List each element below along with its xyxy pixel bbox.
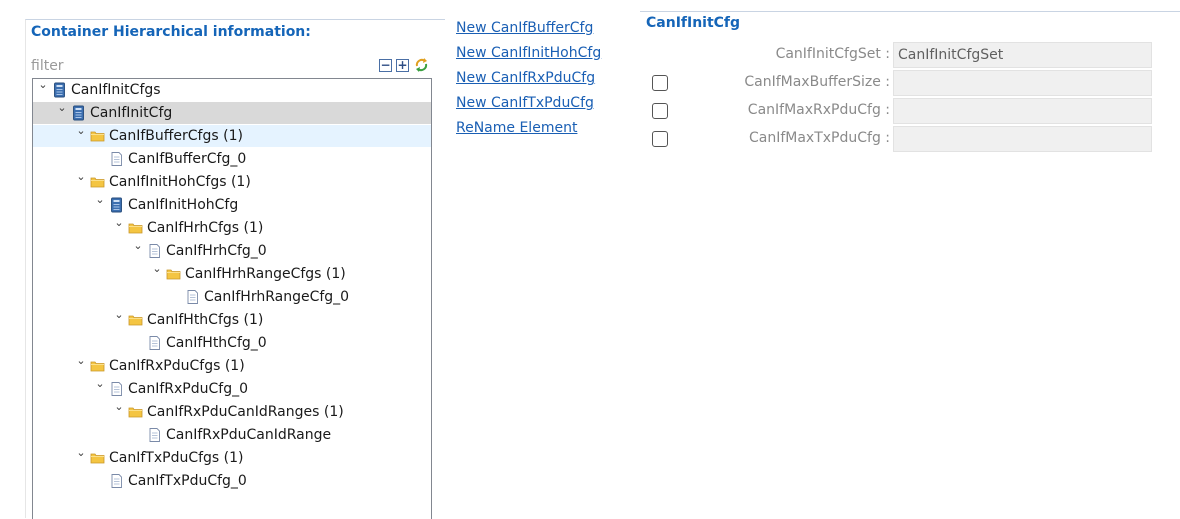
tree-node[interactable]: ⌄ CanIfInitCfg: [33, 101, 431, 124]
chevron-down-icon[interactable]: ⌄: [113, 308, 125, 322]
document-icon: [149, 336, 160, 350]
tree-node-label: CanIfBufferCfgs (1): [109, 128, 243, 144]
tree-node[interactable]: CanIfBufferCfg_0: [33, 148, 431, 170]
panel-title: CanIfInitCfg: [646, 15, 741, 31]
parameter-value-field[interactable]: [893, 98, 1152, 124]
document-icon: [149, 428, 160, 442]
document-icon: [187, 290, 198, 304]
document-icon: [111, 152, 122, 166]
container-icon: [73, 105, 84, 121]
tree-node[interactable]: ⌄ CanIfTxPduCfgs (1): [33, 446, 431, 469]
chevron-down-icon[interactable]: ⌄: [75, 446, 87, 460]
tree-node[interactable]: CanIfTxPduCfg_0: [33, 470, 431, 492]
tree-node-label: CanIfHrhRangeCfg_0: [204, 289, 350, 305]
tree-node[interactable]: ⌄ CanIfHrhCfgs (1): [33, 216, 431, 239]
enable-checkbox[interactable]: [652, 75, 668, 91]
chevron-down-icon[interactable]: ⌄: [75, 170, 87, 184]
tree-node-label: CanIfBufferCfg_0: [128, 151, 247, 167]
action-link[interactable]: New CanIfBufferCfg: [456, 20, 593, 36]
tree-node[interactable]: ⌄ CanIfHrhRangeCfgs (1): [33, 262, 431, 285]
tree-node-label: CanIfTxPduCfg_0: [128, 473, 247, 489]
folder-icon: [90, 177, 105, 188]
folder-icon: [90, 361, 105, 372]
expand-all-icon[interactable]: +: [396, 58, 409, 72]
collapse-all-icon[interactable]: −: [379, 58, 392, 72]
folder-icon: [128, 223, 143, 234]
chevron-down-icon[interactable]: ⌄: [75, 124, 87, 138]
enable-checkbox[interactable]: [652, 131, 668, 147]
parameter-row: CanIfMaxRxPduCfg :: [640, 98, 1180, 124]
tree-node-label: CanIfInitHohCfg: [128, 197, 239, 213]
action-link[interactable]: New CanIfRxPduCfg: [456, 70, 595, 86]
tree-node-label: CanIfHthCfgs (1): [147, 312, 264, 328]
document-icon: [111, 474, 122, 488]
filter-input[interactable]: [31, 57, 361, 75]
folder-icon: [90, 453, 105, 464]
folder-icon: [128, 407, 143, 418]
chevron-down-icon[interactable]: ⌄: [151, 262, 163, 276]
sync-icon[interactable]: [414, 57, 429, 73]
chevron-down-icon[interactable]: ⌄: [132, 239, 144, 253]
module-icon: [54, 82, 65, 98]
tree-node[interactable]: ⌄ CanIfHrhCfg_0: [33, 239, 431, 262]
parameter-value-field[interactable]: [893, 70, 1152, 96]
chevron-down-icon[interactable]: ⌄: [113, 216, 125, 230]
action-link[interactable]: New CanIfTxPduCfg: [456, 95, 594, 111]
tree-node[interactable]: ⌄ CanIfInitHohCfgs (1): [33, 170, 431, 193]
tree-node-label: CanIfTxPduCfgs (1): [109, 450, 244, 466]
folder-icon: [128, 315, 143, 326]
tree-node[interactable]: ⌄ CanIfInitHohCfg: [33, 193, 431, 216]
tree-node[interactable]: ⌄ CanIfBufferCfgs (1): [33, 124, 431, 147]
parameter-row: CanIfInitCfgSet : CanIfInitCfgSet: [640, 42, 1180, 68]
tree-node-label: CanIfHrhCfgs (1): [147, 220, 264, 236]
parameter-value-field[interactable]: CanIfInitCfgSet: [893, 42, 1152, 68]
container-tree: ⌄ CanIfInitCfgs ⌄ CanIfInitCfg ⌄ CanIfBufferC…: [32, 78, 432, 519]
tree-node-label: CanIfInitCfg: [90, 105, 173, 121]
chevron-down-icon[interactable]: ⌄: [56, 101, 68, 115]
tree-node-label: CanIfRxPduCanIdRanges (1): [147, 404, 344, 420]
parameter-row: CanIfMaxTxPduCfg :: [640, 126, 1180, 152]
tree-node[interactable]: ⌄ CanIfRxPduCfgs (1): [33, 354, 431, 377]
tree-node[interactable]: ⌄ CanIfRxPduCanIdRanges (1): [33, 400, 431, 423]
container-icon: [111, 197, 122, 213]
chevron-down-icon[interactable]: ⌄: [94, 193, 106, 207]
parameter-label: CanIfMaxRxPduCfg :: [747, 102, 890, 118]
tree-node-label: CanIfInitHohCfgs (1): [109, 174, 251, 190]
panel-title: Container Hierarchical information:: [31, 24, 311, 40]
tree-node-label: CanIfHrhRangeCfgs (1): [185, 266, 346, 282]
parameter-label: CanIfMaxTxPduCfg :: [748, 130, 890, 146]
action-link[interactable]: New CanIfInitHohCfg: [456, 45, 601, 61]
container-hierarchy-panel: Container Hierarchical information: − + …: [25, 19, 445, 519]
tree-node[interactable]: ⌄ CanIfInitCfgs: [33, 78, 431, 101]
tree-node[interactable]: ⌄ CanIfHthCfgs (1): [33, 308, 431, 331]
tree-node[interactable]: CanIfHthCfg_0: [33, 332, 431, 354]
document-icon: [111, 382, 122, 396]
folder-icon: [166, 269, 181, 280]
parameters-panel: CanIfInitCfg CanIfInitCfgSet : CanIfInitC…: [640, 11, 1180, 152]
chevron-down-icon[interactable]: ⌄: [75, 354, 87, 368]
chevron-down-icon[interactable]: ⌄: [37, 78, 49, 92]
parameter-label: CanIfInitCfgSet :: [775, 46, 890, 62]
parameter-row: CanIfMaxBufferSize :: [640, 70, 1180, 96]
tree-node-label: CanIfHrhCfg_0: [166, 243, 267, 259]
document-icon: [149, 244, 160, 258]
parameter-label: CanIfMaxBufferSize :: [744, 74, 890, 90]
parameter-value-field[interactable]: [893, 126, 1152, 152]
tree-node[interactable]: CanIfHrhRangeCfg_0: [33, 286, 431, 308]
tree-node[interactable]: ⌄ CanIfRxPduCfg_0: [33, 377, 431, 400]
chevron-down-icon[interactable]: ⌄: [94, 377, 106, 391]
tree-node-label: CanIfHthCfg_0: [166, 335, 267, 351]
filter-bar: − +: [31, 57, 436, 75]
tree-node-label: CanIfRxPduCanIdRange: [166, 427, 332, 443]
tree-node-label: CanIfRxPduCfgs (1): [109, 358, 245, 374]
folder-icon: [90, 131, 105, 142]
chevron-down-icon[interactable]: ⌄: [113, 400, 125, 414]
enable-checkbox[interactable]: [652, 103, 668, 119]
tree-node[interactable]: CanIfRxPduCanIdRange: [33, 424, 431, 446]
action-link[interactable]: ReName Element: [456, 120, 577, 136]
tree-node-label: CanIfInitCfgs: [71, 82, 161, 98]
tree-node-label: CanIfRxPduCfg_0: [128, 381, 248, 397]
